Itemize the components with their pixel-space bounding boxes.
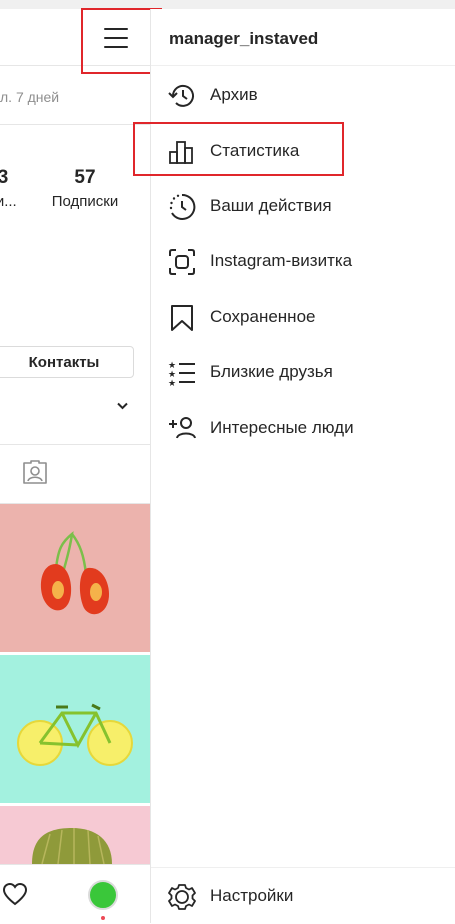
svg-text:★: ★ [168,379,176,388]
following-stat[interactable]: 57 Подписки [46,167,124,210]
post-thumbnail[interactable] [0,806,150,864]
username: manager_instaved [169,29,319,48]
menu-item-label: Сохраненное [210,307,316,326]
settings-button[interactable]: Настройки [151,874,455,918]
following-count: 57 [74,167,96,188]
discover-people-icon [167,414,197,444]
activity-icon [167,192,197,222]
profile-page: л. 7 дней 3 чи... 57 Подписки Контакты [0,9,150,923]
profile-avatar[interactable] [88,880,118,910]
archive-icon [167,81,197,111]
settings-label: Настройки [210,886,294,905]
followers-count: 3 [0,167,9,188]
menu-item-label: Instagram-визитка [210,251,353,270]
contacts-button[interactable]: Контакты [0,346,134,378]
close-friends-icon: ★ ★ ★ [167,358,197,389]
post-thumbnail[interactable] [0,504,150,652]
menu-item-archive[interactable]: Архив [151,73,455,117]
notification-dot [101,916,105,920]
drawer-header: manager_instaved [151,9,455,66]
followers-label: чи... [0,193,17,210]
menu-item-label: Ваши действия [210,196,332,215]
bottom-nav [0,864,150,923]
followers-stat[interactable]: 3 чи... [0,167,17,210]
heart-icon[interactable] [2,882,28,912]
divider [0,444,150,445]
menu-item-close-friends[interactable]: ★ ★ ★ Близкие друзья [151,350,455,394]
menu-item-your-activity[interactable]: Ваши действия [151,184,455,228]
nametag-icon [167,247,197,277]
menu-item-saved[interactable]: Сохраненное [151,295,455,339]
menu-item-label: Интересные люди [210,418,354,437]
post-thumbnail[interactable] [0,655,150,803]
menu-item-discover-people[interactable]: Интересные люди [151,406,455,450]
menu-item-label: Архив [210,85,258,104]
stats-period-text: л. 7 дней [0,89,60,105]
menu-item-label: Близкие друзья [210,362,333,381]
divider [0,124,150,125]
gear-icon [167,882,197,912]
menu-item-nametag[interactable]: Instagram-визитка [151,239,455,283]
following-label: Подписки [51,193,119,210]
chevron-down-icon[interactable] [117,397,128,413]
status-bar [0,0,455,9]
tagged-photos-icon[interactable] [22,459,48,485]
insights-highlight-box [133,122,344,176]
bookmark-icon [167,303,197,333]
drawer-footer: Настройки [151,867,455,924]
